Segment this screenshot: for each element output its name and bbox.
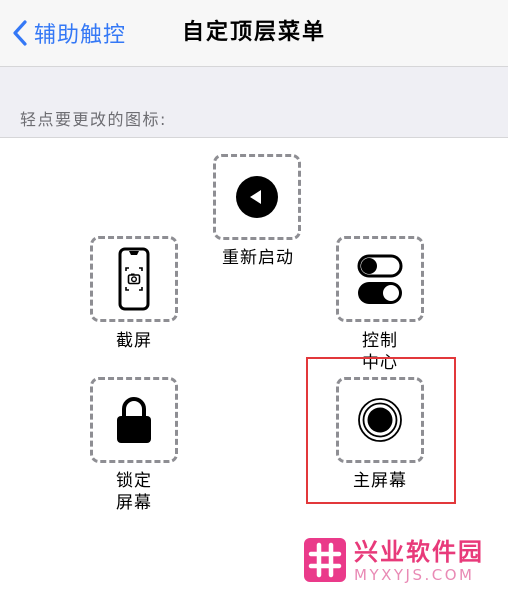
slot-restart[interactable] (213, 154, 301, 240)
play-left-circle-icon (236, 176, 278, 218)
slot-label-screenshot: 截屏 (116, 331, 152, 351)
watermark-logo-icon (304, 538, 346, 582)
page-title: 自定顶层菜单 (181, 20, 326, 45)
slot-screenshot[interactable] (90, 236, 178, 322)
navigation-bar: 辅助触控 自定顶层菜单 (0, 0, 508, 67)
slot-label-restart: 重新启动 (222, 248, 294, 268)
slot-lock-screen[interactable] (90, 377, 178, 463)
section-header-text: 轻点要更改的图标: (20, 110, 167, 129)
watermark: 兴业软件园 MYXYJS.COM (304, 538, 504, 590)
slot-control-center[interactable] (336, 236, 424, 322)
toggle-switches-icon (357, 254, 403, 304)
watermark-url: MYXYJS.COM (354, 566, 475, 584)
watermark-name: 兴业软件园 (354, 538, 484, 566)
slot-label-lock-screen: 锁定 屏幕 (116, 471, 152, 513)
lock-icon (117, 397, 151, 443)
screenshot-phone-icon (118, 247, 150, 311)
highlight-box (306, 357, 456, 504)
